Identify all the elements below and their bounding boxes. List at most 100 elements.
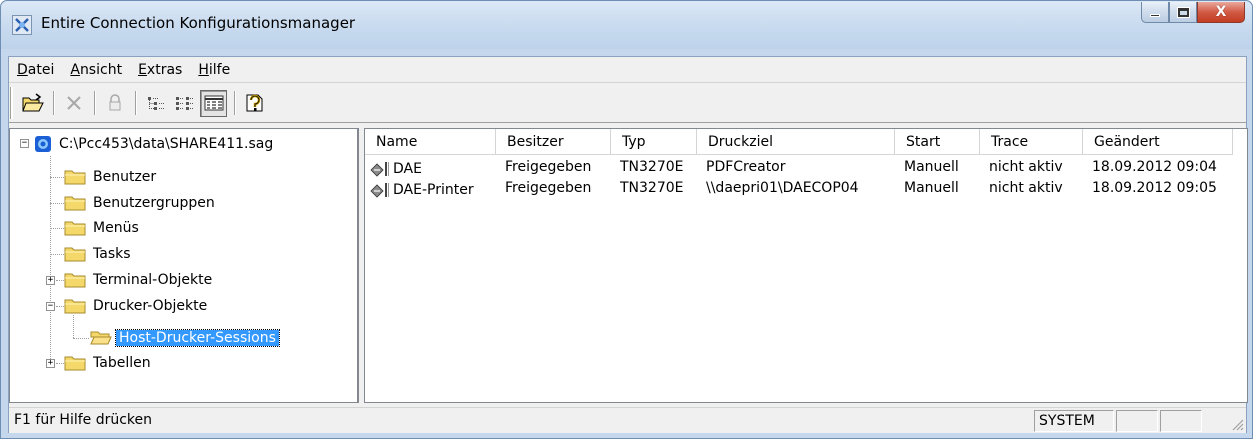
list-view-icon [175, 97, 194, 110]
toolbar-separator [234, 91, 236, 115]
status-help-text: F1 für Hilfe drücken [14, 412, 153, 428]
database-icon [35, 136, 51, 152]
tree-item-label: Drucker-Objekte [93, 298, 208, 314]
column-header-geaendert[interactable]: Geändert [1083, 129, 1233, 155]
tree-view[interactable]: − C:\Pcc453\data\SHARE411.sag Benutzer B… [9, 128, 359, 403]
help-icon [246, 94, 262, 112]
title-bar[interactable]: Entire Connection Konfigurationsmanager … [1, 1, 1252, 49]
tree-collapse-toggle[interactable]: − [46, 302, 55, 311]
toolbar [9, 84, 1246, 123]
folder-icon [64, 247, 86, 262]
folder-icon [64, 299, 86, 314]
tree-item-tasks[interactable]: Tasks [64, 243, 134, 265]
tree-line [73, 338, 89, 339]
tree-item-label: Terminal-Objekte [93, 272, 213, 288]
folder-icon [64, 273, 86, 288]
tree-item-label: Benutzergruppen [93, 195, 215, 211]
list-view-button[interactable] [171, 90, 198, 117]
close-icon: X [1215, 4, 1227, 20]
tree-line [50, 177, 64, 178]
cell-name: DAE [365, 158, 496, 178]
menu-bar: Datei Ansicht Extras Hilfe [9, 57, 1246, 83]
tree-item-menus[interactable]: Menüs [64, 217, 142, 239]
cell-geaendert: 18.09.2012 09:05 [1092, 180, 1217, 196]
cell-druckziel: \\daepri01\DAECOP04 [706, 180, 859, 196]
tree-line [56, 306, 64, 307]
maximize-icon [1176, 6, 1190, 18]
status-user-panel: SYSTEM [1034, 410, 1114, 432]
tree-item-label: Tabellen [93, 355, 151, 371]
tree-item-drucker-objekte[interactable]: Drucker-Objekte [64, 295, 210, 317]
cell-besitzer: Freigegeben [505, 159, 592, 175]
table-row[interactable]: DAE Freigegeben TN3270E PDFCreator Manue… [365, 158, 1247, 178]
cell-geaendert: 18.09.2012 09:04 [1092, 159, 1217, 175]
help-button[interactable] [241, 90, 268, 117]
resize-grip-icon[interactable] [1230, 417, 1244, 431]
list-header: Name Besitzer Typ Druckziel Start Trace … [365, 129, 1247, 155]
app-icon[interactable] [12, 15, 32, 35]
delete-button[interactable] [60, 90, 87, 117]
table-row[interactable]: DAE-Printer Freigegeben TN3270E \\daepri… [365, 179, 1247, 199]
minimize-button[interactable] [1141, 2, 1169, 23]
column-header-start[interactable]: Start [895, 129, 980, 155]
tree-item-benutzer[interactable]: Benutzer [64, 166, 159, 188]
lock-button[interactable] [101, 90, 128, 117]
cell-name: DAE-Printer [365, 179, 496, 199]
menu-label: ilfe [208, 61, 231, 78]
open-folder-icon [90, 331, 112, 345]
close-button[interactable]: X [1197, 2, 1245, 23]
tree-item-tabellen[interactable]: Tabellen [64, 352, 154, 374]
column-header-name[interactable]: Name [365, 129, 496, 155]
open-folder-icon [21, 93, 44, 112]
client-area: Datei Ansicht Extras Hilfe − C:\Pcc453\d… [8, 56, 1248, 433]
tree-collapse-toggle[interactable]: − [20, 139, 29, 148]
cell-druckziel: PDFCreator [706, 159, 786, 175]
menu-accel: E [138, 61, 147, 78]
menu-hilfe[interactable]: Hilfe [190, 62, 238, 78]
tree-item-label: Tasks [93, 246, 131, 262]
toolbar-band [11, 87, 331, 119]
column-header-typ[interactable]: Typ [611, 129, 697, 155]
column-header-besitzer[interactable]: Besitzer [496, 129, 611, 155]
status-bar: F1 für Hilfe drücken SYSTEM [9, 407, 1246, 433]
tree-item-label: Benutzer [93, 169, 157, 185]
column-header-trace[interactable]: Trace [980, 129, 1083, 155]
column-header-druckziel[interactable]: Druckziel [697, 129, 895, 155]
details-view-icon [204, 95, 223, 111]
menu-accel: D [17, 61, 28, 78]
tree-line [50, 156, 51, 363]
menu-accel: A [70, 61, 80, 78]
tree-expand-toggle[interactable]: + [46, 359, 55, 368]
tree-view-button[interactable] [142, 90, 169, 117]
printer-session-icon [370, 182, 389, 198]
menu-extras[interactable]: Extras [130, 62, 190, 78]
details-view-button[interactable] [200, 89, 227, 117]
maximize-button[interactable] [1169, 2, 1197, 23]
tree-item-label: Host-Drucker-Sessions [115, 329, 280, 347]
tree-item-terminal-objekte[interactable]: Terminal-Objekte [64, 269, 215, 291]
tree-item-benutzergruppen[interactable]: Benutzergruppen [64, 192, 218, 214]
list-view[interactable]: Name Besitzer Typ Druckziel Start Trace … [364, 128, 1248, 403]
menu-ansicht[interactable]: Ansicht [62, 62, 130, 78]
window-title: Entire Connection Konfigurationsmanager [41, 14, 356, 32]
open-button[interactable] [19, 90, 46, 117]
cell-start: Manuell [904, 159, 959, 175]
cell-typ: TN3270E [620, 180, 684, 196]
tree-item-host-drucker-sessions[interactable]: Host-Drucker-Sessions [90, 327, 280, 349]
cell-typ: TN3270E [620, 159, 684, 175]
menu-accel: H [198, 61, 209, 78]
tree-item-label: Menüs [93, 220, 139, 236]
tree-view-icon [147, 97, 164, 110]
tree-expand-toggle[interactable]: + [46, 276, 55, 285]
printer-session-icon [370, 161, 389, 177]
tree-line [56, 363, 64, 364]
folder-icon [64, 170, 86, 185]
menu-label: xtras [146, 61, 183, 78]
delete-x-icon [66, 96, 81, 110]
tree-line [50, 254, 64, 255]
tree-root-label: C:\Pcc453\data\SHARE411.sag [59, 136, 274, 152]
tree-root[interactable]: C:\Pcc453\data\SHARE411.sag [34, 133, 276, 155]
status-panel-empty [1116, 410, 1158, 432]
menu-datei[interactable]: Datei [9, 62, 62, 78]
cell-start: Manuell [904, 180, 959, 196]
